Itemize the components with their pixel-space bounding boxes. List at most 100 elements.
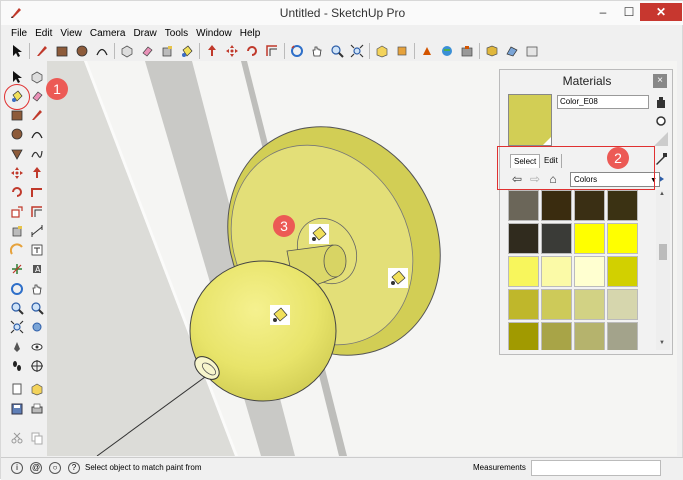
credits-icon[interactable]: @ bbox=[30, 462, 42, 474]
3d-text-icon[interactable]: A bbox=[27, 260, 47, 279]
eraser-icon[interactable] bbox=[27, 86, 47, 105]
send-to-layout-icon[interactable] bbox=[482, 41, 502, 61]
maximize-button[interactable]: ☐ bbox=[616, 3, 642, 21]
eraser-icon[interactable] bbox=[137, 41, 157, 61]
material-swatch[interactable] bbox=[574, 190, 605, 221]
material-swatch[interactable] bbox=[607, 322, 638, 350]
menu-window[interactable]: Window bbox=[192, 26, 236, 42]
follow-me-icon[interactable] bbox=[27, 183, 47, 202]
save-icon[interactable] bbox=[7, 399, 27, 418]
zoom-icon[interactable] bbox=[7, 299, 27, 318]
material-swatch[interactable] bbox=[541, 289, 572, 320]
extension-manager-icon[interactable] bbox=[457, 41, 477, 61]
geo-location-icon[interactable]: i bbox=[11, 462, 23, 474]
cut-icon[interactable] bbox=[7, 428, 27, 447]
menu-file[interactable]: File bbox=[7, 26, 31, 42]
zoom-extents-icon[interactable] bbox=[7, 318, 27, 337]
select-tool-icon[interactable] bbox=[7, 41, 27, 61]
move-icon[interactable] bbox=[222, 41, 242, 61]
user-icon[interactable]: ○ bbox=[49, 462, 61, 474]
orbit-icon[interactable] bbox=[287, 41, 307, 61]
3d-warehouse-icon[interactable] bbox=[372, 41, 392, 61]
dimension-icon[interactable] bbox=[27, 221, 47, 240]
outliner-icon[interactable] bbox=[7, 380, 27, 399]
rotate-icon[interactable] bbox=[242, 41, 262, 61]
previous-view-icon[interactable] bbox=[27, 318, 47, 337]
tape-measure-icon[interactable] bbox=[157, 41, 177, 61]
section-plane-icon[interactable] bbox=[27, 356, 47, 375]
help-icon[interactable]: ? bbox=[68, 462, 80, 474]
protractor-icon[interactable] bbox=[7, 241, 27, 260]
rotate-icon[interactable] bbox=[7, 183, 27, 202]
position-camera-icon[interactable] bbox=[7, 337, 27, 356]
scale-icon[interactable] bbox=[7, 202, 27, 221]
freehand-icon[interactable] bbox=[27, 144, 47, 163]
share-model-icon[interactable] bbox=[392, 41, 412, 61]
menu-draw[interactable]: Draw bbox=[129, 26, 160, 42]
material-swatch[interactable] bbox=[508, 256, 539, 287]
extension-warehouse-icon[interactable] bbox=[417, 41, 437, 61]
circle-icon[interactable] bbox=[7, 125, 27, 144]
create-material-icon[interactable] bbox=[654, 96, 668, 110]
paint-bucket-icon[interactable] bbox=[177, 41, 197, 61]
material-swatch[interactable] bbox=[607, 289, 638, 320]
material-preview-icon[interactable] bbox=[654, 132, 668, 146]
rectangle-icon[interactable] bbox=[52, 41, 72, 61]
measurements-input[interactable] bbox=[531, 460, 661, 476]
pan-hand-icon[interactable] bbox=[307, 41, 327, 61]
style-builder-icon[interactable] bbox=[502, 41, 522, 61]
zoom-extents-icon[interactable] bbox=[347, 41, 367, 61]
make-component-icon[interactable] bbox=[27, 67, 47, 86]
polygon-icon[interactable] bbox=[7, 144, 27, 163]
push-pull-icon[interactable] bbox=[27, 163, 47, 182]
geo-location-icon[interactable] bbox=[437, 41, 457, 61]
scroll-down-icon[interactable]: ▼ bbox=[659, 340, 665, 346]
material-swatch[interactable] bbox=[574, 289, 605, 320]
pencil-icon[interactable] bbox=[27, 106, 47, 125]
walk-icon[interactable] bbox=[7, 356, 27, 375]
axes-icon[interactable] bbox=[7, 260, 27, 279]
pencil-icon[interactable] bbox=[32, 41, 52, 61]
tape-measure-icon[interactable] bbox=[7, 221, 27, 240]
look-around-icon[interactable] bbox=[27, 337, 47, 356]
material-name-field[interactable]: Color_E08 bbox=[557, 95, 649, 109]
current-material-swatch[interactable] bbox=[508, 94, 552, 146]
scroll-up-icon[interactable]: ▲ bbox=[659, 191, 665, 197]
material-swatch[interactable] bbox=[574, 322, 605, 350]
material-swatch[interactable] bbox=[508, 190, 539, 221]
menu-tools[interactable]: Tools bbox=[161, 26, 192, 42]
default-material-icon[interactable] bbox=[654, 114, 668, 128]
orbit-icon[interactable] bbox=[7, 279, 27, 298]
make-component-icon[interactable] bbox=[117, 41, 137, 61]
get-models-icon[interactable] bbox=[27, 380, 47, 399]
material-swatch[interactable] bbox=[607, 223, 638, 254]
material-swatch[interactable] bbox=[574, 223, 605, 254]
material-swatch[interactable] bbox=[508, 322, 539, 350]
minimize-button[interactable]: – bbox=[590, 3, 616, 21]
move-icon[interactable] bbox=[7, 163, 27, 182]
material-swatch[interactable] bbox=[541, 322, 572, 350]
pan-hand-icon[interactable] bbox=[27, 279, 47, 298]
text-icon[interactable] bbox=[27, 241, 47, 260]
materials-scrollbar[interactable]: ▲ ▼ bbox=[656, 190, 670, 350]
knob-ball[interactable] bbox=[189, 260, 337, 402]
offset-icon[interactable] bbox=[262, 41, 282, 61]
arc-icon[interactable] bbox=[27, 125, 47, 144]
material-swatch[interactable] bbox=[508, 223, 539, 254]
material-swatch[interactable] bbox=[607, 256, 638, 287]
print-icon[interactable] bbox=[27, 399, 47, 418]
scroll-thumb[interactable] bbox=[659, 244, 667, 260]
offset-icon[interactable] bbox=[27, 202, 47, 221]
materials-close-button[interactable]: × bbox=[653, 74, 667, 88]
zoom-icon[interactable] bbox=[327, 41, 347, 61]
menu-view[interactable]: View bbox=[56, 26, 86, 42]
material-swatch[interactable] bbox=[607, 190, 638, 221]
circle-icon[interactable] bbox=[72, 41, 92, 61]
material-swatch[interactable] bbox=[541, 223, 572, 254]
components-icon[interactable] bbox=[522, 41, 542, 61]
material-swatch[interactable] bbox=[541, 256, 572, 287]
menu-camera[interactable]: Camera bbox=[86, 26, 130, 42]
close-button[interactable]: ✕ bbox=[640, 3, 682, 21]
arc-icon[interactable] bbox=[92, 41, 112, 61]
menu-edit[interactable]: Edit bbox=[31, 26, 56, 42]
